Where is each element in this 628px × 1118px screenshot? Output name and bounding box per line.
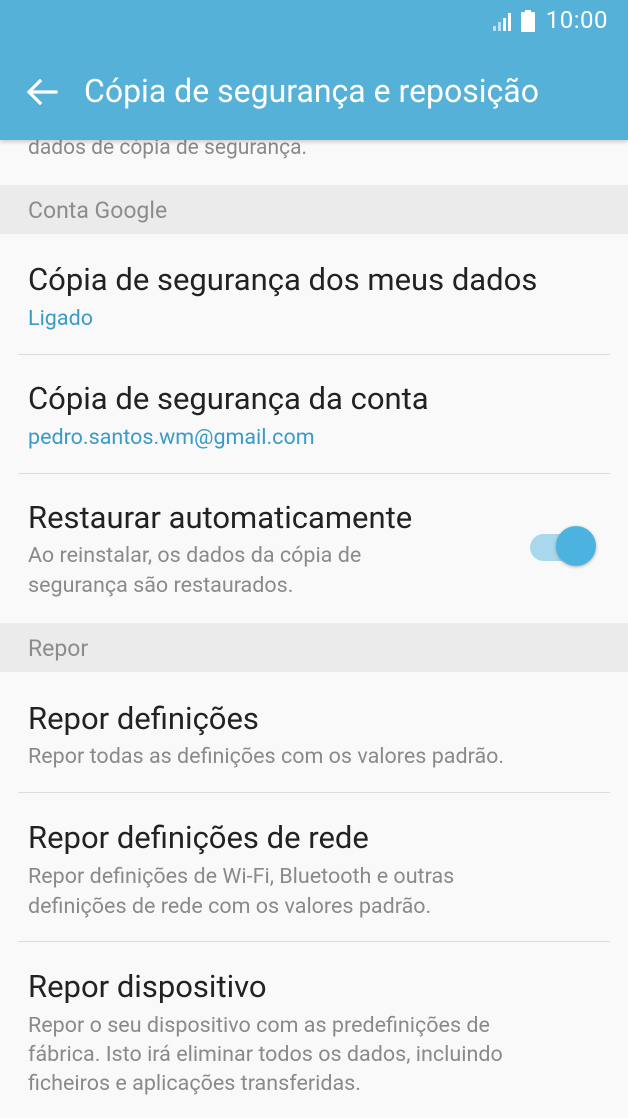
signal-icon — [493, 13, 511, 31]
back-button[interactable] — [20, 70, 64, 114]
battery-icon — [521, 10, 535, 32]
app-bar: 10:00 Cópia de segurança e reposição — [0, 0, 628, 140]
page-title: Cópia de segurança e reposição — [84, 72, 539, 110]
backup-account-title: Cópia de segurança da conta — [28, 380, 429, 417]
status-bar: 10:00 — [0, 0, 628, 44]
reset-network-description-line1: Repor definições de Wi-Fi, Bluetooth e o… — [28, 864, 455, 889]
back-arrow-icon — [26, 78, 58, 106]
auto-restore-title: Restaurar automaticamente — [28, 499, 413, 536]
reset-settings-title: Repor definições — [28, 700, 259, 737]
auto-restore-description-line1: Ao reinstalar, os dados da cópia de — [28, 543, 362, 568]
section-header-label: Repor — [28, 635, 89, 662]
reset-settings-item[interactable]: Repor definições Repor todas as definiçõ… — [0, 672, 628, 792]
backup-my-data-item[interactable]: Cópia de segurança dos meus dados Ligado — [0, 234, 628, 354]
reset-device-description-line3: ficheiros e aplicações transferidas. — [28, 1071, 361, 1096]
reset-device-item[interactable]: Repor dispositivo Repor o seu dispositiv… — [0, 942, 628, 1118]
status-time: 10:00 — [545, 6, 608, 34]
reset-network-settings-title: Repor definições de rede — [28, 819, 369, 856]
section-header-reset: Repor — [0, 623, 628, 672]
backup-account-item[interactable]: Cópia de segurança da conta pedro.santos… — [0, 355, 628, 473]
reset-network-description-line2: definições de rede com os valores padrão… — [28, 894, 432, 919]
auto-restore-description-line2: segurança são restaurados. — [28, 573, 294, 598]
backup-account-email: pedro.santos.wm@gmail.com — [28, 425, 315, 450]
reset-device-title: Repor dispositivo — [28, 968, 267, 1005]
toggle-knob — [556, 526, 596, 566]
reset-settings-description: Repor todas as definições com os valores… — [28, 744, 505, 769]
section-header-label: Conta Google — [28, 197, 168, 224]
backup-my-data-title: Cópia de segurança dos meus dados — [28, 261, 538, 298]
reset-device-description-line1: Repor o seu dispositivo com as predefini… — [28, 1013, 490, 1038]
auto-restore-toggle[interactable] — [530, 524, 598, 570]
section-header-google-account: Conta Google — [0, 185, 628, 234]
backup-my-data-status: Ligado — [28, 306, 93, 331]
reset-network-settings-item[interactable]: Repor definições de rede Repor definiçõe… — [0, 793, 628, 941]
reset-device-description-line2: fábrica. Isto irá eliminar todos os dado… — [28, 1042, 503, 1067]
